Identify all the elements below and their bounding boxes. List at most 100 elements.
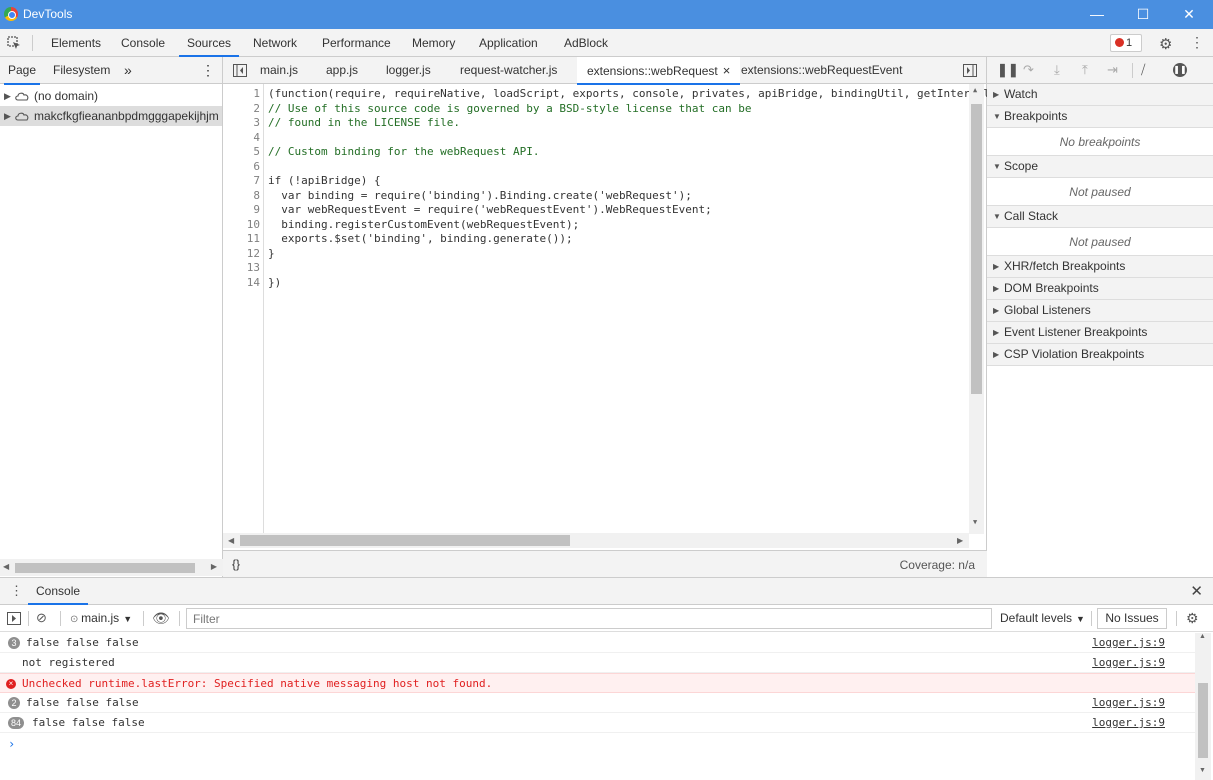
scroll-down-icon[interactable]: ▼	[1199, 767, 1206, 774]
tab-elements[interactable]: Elements	[51, 29, 101, 57]
pane-header[interactable]: ▶ CSP Violation Breakpoints	[987, 344, 1213, 366]
collapse-arrow-icon[interactable]: ▼	[993, 206, 1001, 227]
context-selector[interactable]: ⊙ main.js ▼	[70, 611, 132, 625]
pretty-print-button[interactable]: {}	[232, 557, 240, 571]
pane-header[interactable]: ▼ Breakpoints	[987, 106, 1213, 128]
step-icon[interactable]: ⇥	[1107, 62, 1118, 78]
minimize-button[interactable]: —	[1074, 0, 1120, 29]
editor-tab-request-watcher-js[interactable]: request-watcher.js	[460, 57, 557, 84]
collapse-arrow-icon[interactable]: ▼	[993, 156, 1001, 177]
tree-item-no-domain[interactable]: ▶ (no domain)	[0, 86, 222, 106]
pane-header[interactable]: ▶ DOM Breakpoints	[987, 278, 1213, 300]
pause-icon[interactable]: ❚❚	[997, 62, 1019, 78]
source-link[interactable]: logger.js:9	[1092, 633, 1165, 653]
console-prompt[interactable]: ›	[8, 737, 15, 751]
pane-header[interactable]: ▶ XHR/fetch Breakpoints	[987, 256, 1213, 278]
editor-vertical-scrollbar[interactable]: ▲ ▼	[969, 84, 984, 534]
scroll-right-icon[interactable]: ▶	[211, 562, 217, 571]
maximize-button[interactable]: ☐	[1120, 0, 1166, 29]
expand-arrow-icon[interactable]: ▶	[993, 256, 999, 277]
tab-sources[interactable]: Sources	[178, 29, 240, 57]
tree-item-extension[interactable]: ▶ makcfkgfieananbpdmgggapekijhjm	[0, 106, 222, 126]
editor-tab-main-js[interactable]: main.js	[260, 57, 298, 84]
code-area[interactable]: 1 2 3 4 5 6 7 8 9 10 11 12 13 14 (function(require, r…	[223, 84, 987, 534]
line-number[interactable]: 11	[223, 232, 260, 247]
scroll-left-icon[interactable]: ◀	[228, 536, 234, 545]
inspect-element-icon[interactable]	[7, 36, 21, 50]
close-window-button[interactable]: ✕	[1166, 0, 1212, 29]
more-tabs-icon[interactable]: »	[124, 57, 132, 84]
navigator-menu-icon[interactable]: ⋮	[201, 57, 215, 84]
editor-horizontal-scrollbar[interactable]: ◀ ▶	[223, 533, 969, 548]
line-number[interactable]: 5	[223, 145, 260, 160]
line-number[interactable]: 13	[223, 261, 260, 276]
line-number[interactable]: 14	[223, 276, 260, 291]
tab-console[interactable]: Console	[121, 29, 165, 57]
scrollbar-thumb[interactable]	[15, 563, 195, 573]
line-number[interactable]: 7	[223, 174, 260, 189]
editor-tab-app-js[interactable]: app.js	[326, 57, 358, 84]
settings-gear-icon[interactable]: ⚙	[1159, 35, 1172, 53]
toggle-navigator-icon[interactable]	[233, 64, 247, 77]
show-sidebar-icon[interactable]	[7, 612, 21, 625]
pane-header[interactable]: ▶ Global Listeners	[987, 300, 1213, 322]
tab-performance[interactable]: Performance	[322, 29, 391, 57]
line-number[interactable]: 8	[223, 189, 260, 204]
source-link[interactable]: logger.js:9	[1092, 713, 1165, 733]
collapse-arrow-icon[interactable]: ▼	[993, 106, 1001, 127]
tab-application[interactable]: Application	[479, 29, 538, 57]
scrollbar-thumb[interactable]	[1198, 683, 1208, 758]
pane-header[interactable]: ▼ Call Stack	[987, 206, 1213, 228]
expand-arrow-icon[interactable]: ▶	[4, 106, 11, 126]
pane-header[interactable]: ▶ Watch	[987, 84, 1213, 106]
scroll-left-icon[interactable]: ◀	[3, 562, 9, 571]
clear-console-icon[interactable]: ⊘	[36, 610, 47, 626]
console-filter-input[interactable]	[186, 608, 992, 629]
line-number[interactable]: 10	[223, 218, 260, 233]
error-count-badge[interactable]: 1	[1110, 34, 1142, 52]
line-number[interactable]: 3	[223, 116, 260, 131]
step-into-icon[interactable]: ⤓	[1054, 62, 1060, 78]
pane-header[interactable]: ▶ Event Listener Breakpoints	[987, 322, 1213, 344]
scroll-down-icon[interactable]: ▼	[973, 518, 977, 526]
navigator-horizontal-scrollbar[interactable]: ◀ ▶	[0, 559, 223, 576]
line-number[interactable]: 1	[223, 87, 260, 102]
source-link[interactable]: logger.js:9	[1092, 693, 1165, 713]
tab-page[interactable]: Page	[3, 57, 41, 85]
scroll-up-icon[interactable]: ▲	[1199, 633, 1206, 640]
live-expression-eye-icon[interactable]: 👁	[152, 610, 170, 627]
toggle-debugger-icon[interactable]	[963, 64, 977, 77]
line-number[interactable]: 12	[223, 247, 260, 262]
line-number[interactable]: 9	[223, 203, 260, 218]
tab-filesystem[interactable]: Filesystem	[53, 57, 110, 84]
scroll-right-icon[interactable]: ▶	[957, 536, 963, 545]
drawer-menu-icon[interactable]: ⋮	[10, 583, 23, 599]
line-number[interactable]: 4	[223, 131, 260, 146]
scrollbar-thumb[interactable]	[240, 535, 570, 546]
line-number[interactable]: 2	[223, 102, 260, 117]
scroll-up-icon[interactable]: ▲	[973, 86, 977, 94]
editor-tab-webrequestevent[interactable]: extensions::webRequestEvent	[741, 57, 902, 84]
log-levels-dropdown[interactable]: Default levels ▼	[1000, 611, 1085, 625]
editor-tab-webrequest[interactable]: extensions::webRequest ×	[577, 57, 741, 85]
tab-network[interactable]: Network	[253, 29, 297, 57]
close-tab-icon[interactable]: ×	[723, 63, 731, 78]
step-over-icon[interactable]: ↷	[1023, 62, 1034, 78]
expand-arrow-icon[interactable]: ▶	[993, 84, 999, 105]
source-link[interactable]: logger.js:9	[1092, 653, 1165, 673]
console-settings-gear-icon[interactable]: ⚙	[1186, 610, 1199, 627]
expand-arrow-icon[interactable]: ▶	[993, 278, 999, 299]
scrollbar-thumb[interactable]	[971, 104, 982, 394]
expand-arrow-icon[interactable]: ▶	[993, 322, 999, 343]
editor-tab-logger-js[interactable]: logger.js	[386, 57, 431, 84]
close-drawer-icon[interactable]: ✕	[1190, 582, 1203, 600]
expand-arrow-icon[interactable]: ▶	[4, 86, 11, 106]
pause-on-exceptions-icon[interactable]: ❚❚	[1173, 63, 1187, 77]
line-number[interactable]: 6	[223, 160, 260, 175]
drawer-tab-console[interactable]: Console	[28, 578, 89, 605]
expand-arrow-icon[interactable]: ▶	[993, 300, 999, 321]
console-vertical-scrollbar[interactable]: ▲ ▼	[1195, 633, 1211, 780]
more-options-icon[interactable]: ⋮	[1190, 34, 1204, 51]
tab-adblock[interactable]: AdBlock	[564, 29, 608, 57]
tab-memory[interactable]: Memory	[412, 29, 455, 57]
